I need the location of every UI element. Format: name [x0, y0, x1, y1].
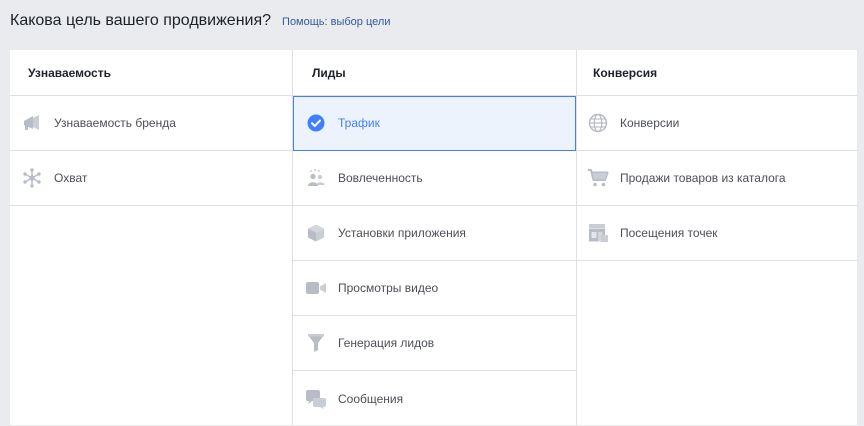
shopping-cart-icon — [587, 167, 609, 189]
objective-label: Конверсии — [620, 116, 680, 130]
megaphone-icon — [21, 112, 43, 134]
header: Какова цель вашего продвижения? Помощь: … — [10, 12, 390, 34]
objective-video-views[interactable]: Просмотры видео — [293, 261, 576, 316]
funnel-icon — [305, 332, 327, 354]
objective-label: Продажи товаров из каталога — [620, 171, 786, 185]
reach-icon — [21, 167, 43, 189]
objective-store-visits[interactable]: Посещения точек — [576, 206, 857, 261]
objective-lead-generation[interactable]: Генерация лидов — [293, 316, 576, 371]
objective-label: Сообщения — [338, 391, 404, 406]
objective-catalog-sales[interactable]: Продажи товаров из каталога — [576, 151, 857, 206]
objective-label: Вовлеченность — [338, 171, 423, 185]
objective-label: Охват — [54, 171, 88, 185]
chat-bubbles-icon — [305, 388, 327, 410]
checkmark-circle-icon — [305, 112, 327, 134]
objective-label: Посещения точек — [620, 226, 718, 240]
page-title: Какова цель вашего продвижения? — [10, 12, 272, 29]
column-header-leads: Лиды — [293, 50, 576, 96]
objective-brand-awareness[interactable]: Узнаваемость бренда — [10, 96, 292, 151]
objective-label: Просмотры видео — [338, 281, 439, 295]
box-icon — [305, 222, 327, 244]
globe-icon — [587, 112, 609, 134]
objective-label: Трафик — [338, 116, 380, 130]
column-header-awareness: Узнаваемость — [10, 50, 292, 96]
people-icon — [305, 167, 327, 189]
column-awareness: Узнаваемость Узнаваемость бренда Охват — [10, 50, 292, 425]
objective-engagement[interactable]: Вовлеченность — [293, 151, 576, 206]
objective-app-installs[interactable]: Установки приложения — [293, 206, 576, 261]
objective-conversions[interactable]: Конверсии — [576, 96, 857, 151]
objectives-panel: Узнаваемость Узнаваемость бренда Охват Л… — [10, 50, 857, 425]
column-conversion: Конверсия Конверсии Продажи товаров из к… — [576, 50, 857, 425]
column-leads: Лиды Трафик Вовлеченность Установки прил… — [292, 50, 577, 425]
objective-label: Узнаваемость бренда — [54, 116, 176, 130]
objective-messages[interactable]: Сообщения — [293, 371, 576, 426]
objective-reach[interactable]: Охват — [10, 151, 292, 206]
help-link[interactable]: Помощь: выбор цели — [282, 16, 390, 28]
objective-label: Генерация лидов — [338, 336, 435, 350]
column-header-conversion: Конверсия — [576, 50, 857, 96]
video-camera-icon — [305, 277, 327, 299]
objective-label: Установки приложения — [338, 226, 466, 240]
objective-traffic[interactable]: Трафик — [293, 96, 576, 151]
store-icon — [587, 222, 609, 244]
